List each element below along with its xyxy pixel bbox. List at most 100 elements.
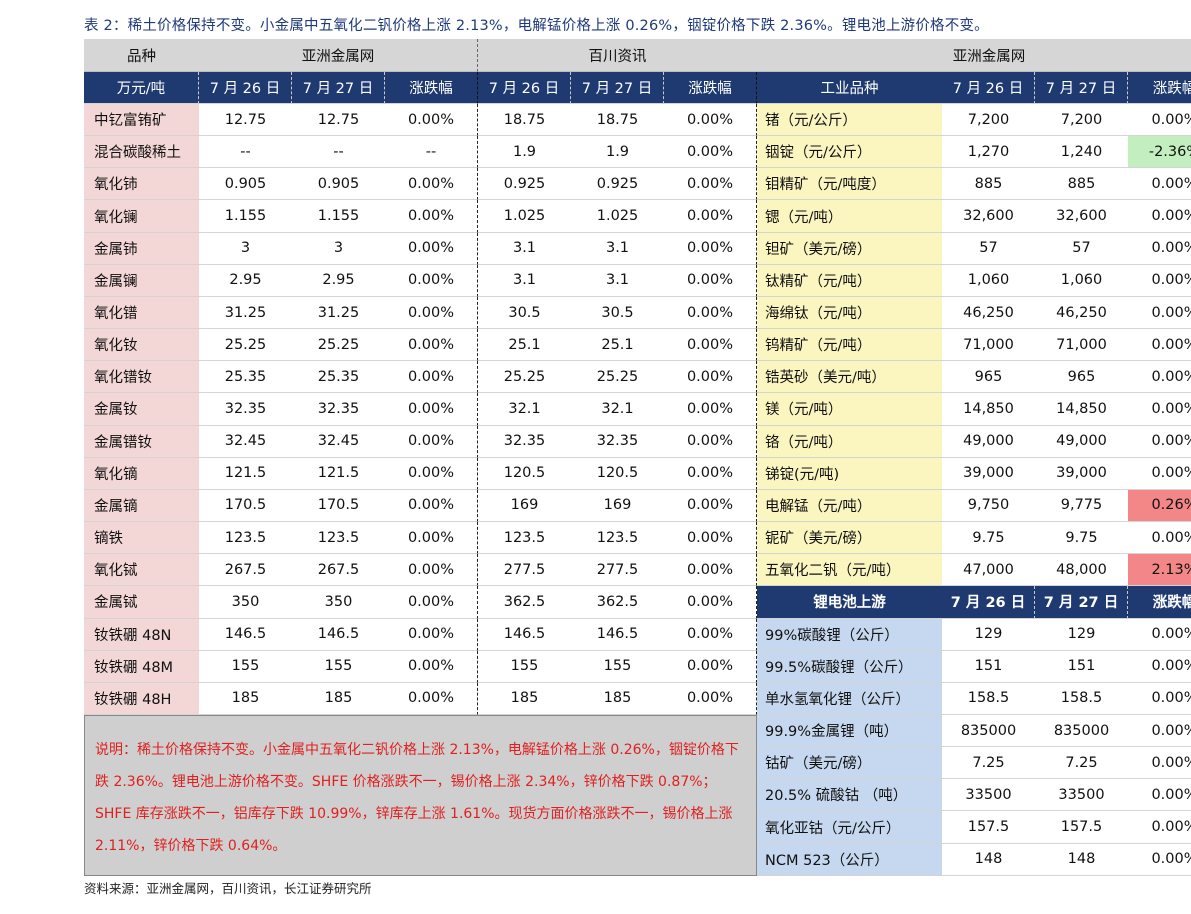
industrial-value: 14,850 — [942, 393, 1035, 426]
rare-earth-value: 1.025 — [571, 200, 664, 233]
lithium-value: 129 — [942, 619, 1035, 651]
industrial-value: 0.00% — [1128, 297, 1191, 330]
rare-earth-value: 0.00% — [664, 489, 757, 523]
industrial-value: 57 — [1035, 233, 1128, 265]
industrial-value: 32,600 — [1035, 200, 1128, 233]
rare-earth-value: 30.5 — [478, 297, 571, 330]
rare-earth-value: 170.5 — [199, 490, 292, 523]
rare-earth-value: 25.25 — [292, 329, 385, 362]
rare-earth-value: 146.5 — [292, 619, 385, 651]
industrial-value: 0.26% — [1128, 489, 1191, 523]
industrial-value: 885 — [1035, 168, 1128, 201]
rare-earth-value: 2.95 — [292, 265, 385, 297]
rare-earth-value: 350 — [292, 586, 385, 619]
industrial-value: 1,060 — [1035, 265, 1128, 297]
lithium-name: 20.5% 硫酸钴 （吨） — [757, 779, 942, 812]
rare-earth-name: 中钇富铕矿 — [84, 104, 199, 137]
industrial-value: 9.75 — [942, 522, 1035, 555]
rare-earth-name: 氧化镨钕 — [84, 361, 199, 394]
rare-earth-value: 169 — [478, 490, 571, 523]
industrial-value: 0.00% — [1128, 458, 1191, 490]
rare-earth-value: 0.00% — [385, 457, 478, 490]
rare-earth-value: 185 — [292, 683, 385, 715]
industrial-value: 0.00% — [1128, 233, 1191, 265]
lithium-value: 151 — [942, 651, 1035, 683]
rare-earth-value: 0.00% — [385, 489, 478, 523]
rare-earth-value: 0.905 — [292, 168, 385, 201]
rare-earth-value: 0.00% — [664, 200, 757, 233]
rare-earth-value: 0.905 — [199, 168, 292, 201]
rare-earth-value: 0.00% — [664, 425, 757, 458]
rare-earth-value: 146.5 — [478, 619, 571, 651]
rare-earth-value: 0.00% — [385, 586, 478, 619]
rare-earth-value: 0.00% — [385, 650, 478, 683]
lithium-header: 7 月 26 日 — [942, 586, 1035, 619]
lithium-header: 7 月 27 日 — [1035, 586, 1128, 619]
rare-earth-value: 25.35 — [199, 361, 292, 394]
lithium-header: 锂电池上游 — [757, 586, 942, 619]
lithium-name: NCM 523（公斤） — [757, 843, 942, 876]
industrial-value: 7,200 — [942, 104, 1035, 137]
industrial-value: -2.36% — [1128, 136, 1191, 169]
rare-earth-value: 123.5 — [478, 522, 571, 555]
rare-earth-value: 0.00% — [664, 554, 757, 587]
rare-earth-value: 0.00% — [385, 104, 478, 137]
industrial-value: 0.00% — [1128, 522, 1191, 555]
header-group-asian-metal: 亚洲金属网 — [199, 39, 478, 72]
rare-earth-value: 170.5 — [292, 490, 385, 523]
header-group-asian-metal-2: 亚洲金属网 — [757, 39, 1191, 72]
table-caption: 表 2：稀土价格保持不变。小金属中五氧化二钒价格上涨 2.13%，电解锰价格上涨… — [84, 18, 989, 34]
lithium-value: 0.00% — [1128, 715, 1191, 748]
industrial-value: 7,200 — [1035, 104, 1128, 137]
rare-earth-value: 30.5 — [571, 297, 664, 330]
lithium-name: 氧化亚钴（元/公斤） — [757, 811, 942, 844]
rare-earth-value: 1.025 — [478, 200, 571, 233]
industrial-value: 0.00% — [1128, 168, 1191, 201]
industrial-value: 49,000 — [942, 426, 1035, 458]
rare-earth-name: 金属镨钕 — [84, 425, 199, 458]
rare-earth-value: 0.00% — [385, 329, 478, 362]
rare-earth-name: 氧化铽 — [84, 554, 199, 587]
lithium-value: 33500 — [942, 779, 1035, 812]
rare-earth-value: 32.35 — [199, 393, 292, 426]
lithium-value: 129 — [1035, 619, 1128, 651]
lithium-value: 0.00% — [1128, 747, 1191, 780]
column-header: 7 月 26 日 — [478, 72, 571, 104]
rare-earth-name: 氧化镨 — [84, 296, 199, 330]
rare-earth-value: 0.00% — [385, 361, 478, 394]
industrial-value: 0.00% — [1128, 393, 1191, 426]
lithium-name: 单水氢氧化锂（公斤） — [757, 682, 942, 715]
industrial-name: 钨精矿（元/吨） — [757, 329, 942, 362]
lithium-value: 7.25 — [942, 747, 1035, 780]
lithium-value: 0.00% — [1128, 844, 1191, 876]
rare-earth-value: 0.00% — [664, 457, 757, 490]
rare-earth-value: 169 — [571, 490, 664, 523]
industrial-value: 965 — [1035, 361, 1128, 394]
rare-earth-value: 0.00% — [664, 393, 757, 426]
rare-earth-value: 0.00% — [385, 522, 478, 555]
rare-earth-value: 3 — [292, 233, 385, 265]
industrial-name: 钽矿（美元/磅） — [757, 232, 942, 265]
rare-earth-value: 362.5 — [571, 586, 664, 619]
rare-earth-value: 185 — [571, 683, 664, 715]
rare-earth-value: 0.00% — [664, 136, 757, 169]
lithium-value: 148 — [942, 844, 1035, 876]
rare-earth-value: 0.00% — [664, 586, 757, 619]
rare-earth-value: 3.1 — [478, 233, 571, 265]
rare-earth-value: 3 — [199, 233, 292, 265]
lithium-name: 99%碳酸锂（公斤） — [757, 618, 942, 651]
industrial-value: 47,000 — [942, 554, 1035, 587]
rare-earth-value: 0.00% — [664, 650, 757, 683]
rare-earth-value: 25.25 — [478, 361, 571, 394]
rare-earth-value: 3.1 — [478, 265, 571, 297]
industrial-value: 57 — [942, 233, 1035, 265]
industrial-value: 46,250 — [1035, 297, 1128, 330]
rare-earth-value: 0.00% — [385, 296, 478, 330]
rare-earth-value: 3.1 — [571, 265, 664, 297]
rare-earth-value: 0.00% — [385, 264, 478, 297]
rare-earth-value: 25.25 — [199, 329, 292, 362]
rare-earth-name: 混合碳酸稀土 — [84, 136, 199, 169]
rare-earth-name: 氧化镧 — [84, 200, 199, 233]
rare-earth-value: 25.1 — [571, 329, 664, 362]
industrial-name: 海绵钛（元/吨） — [757, 296, 942, 330]
